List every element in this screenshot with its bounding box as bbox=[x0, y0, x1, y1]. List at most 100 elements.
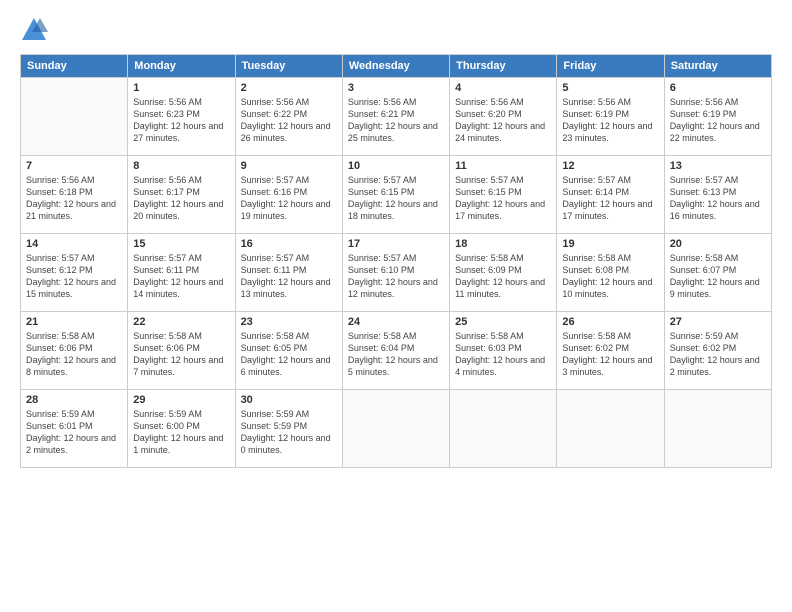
day-number: 14 bbox=[26, 238, 122, 250]
calendar-cell bbox=[450, 390, 557, 468]
calendar-cell: 12Sunrise: 5:57 AMSunset: 6:14 PMDayligh… bbox=[557, 156, 664, 234]
day-number: 16 bbox=[241, 238, 337, 250]
calendar-cell: 29Sunrise: 5:59 AMSunset: 6:00 PMDayligh… bbox=[128, 390, 235, 468]
day-info: Sunrise: 5:57 AMSunset: 6:15 PMDaylight:… bbox=[455, 174, 551, 223]
weekday-header-tuesday: Tuesday bbox=[235, 55, 342, 78]
calendar-cell: 24 Sunrise: 5:58 AMSunset: 6:04 PMDayligh… bbox=[342, 312, 449, 390]
calendar-cell: 23 Sunrise: 5:58 AMSunset: 6:05 PMDayligh… bbox=[235, 312, 342, 390]
calendar-cell bbox=[664, 390, 771, 468]
calendar-cell: 27Sunrise: 5:59 AMSunset: 6:02 PMDayligh… bbox=[664, 312, 771, 390]
calendar-cell: 13 Sunrise: 5:57 AMSunset: 6:13 PMDayligh… bbox=[664, 156, 771, 234]
calendar-cell: 7 Sunrise: 5:56 AMSunset: 6:18 PMDaylight… bbox=[21, 156, 128, 234]
calendar-cell: 30 Sunrise: 5:59 AMSunset: 5:59 PMDayligh… bbox=[235, 390, 342, 468]
calendar-cell: 18 Sunrise: 5:58 AMSunset: 6:09 PMDayligh… bbox=[450, 234, 557, 312]
day-info: Sunrise: 5:59 AMSunset: 6:01 PMDaylight:… bbox=[26, 408, 122, 457]
day-number: 4 bbox=[455, 82, 551, 94]
day-number: 22 bbox=[133, 316, 229, 328]
day-info: Sunrise: 5:57 AMSunset: 6:10 PMDaylight:… bbox=[348, 252, 444, 301]
day-number: 8 bbox=[133, 160, 229, 172]
header bbox=[20, 16, 772, 44]
calendar-cell: 26Sunrise: 5:58 AMSunset: 6:02 PMDayligh… bbox=[557, 312, 664, 390]
calendar-cell: 22 Sunrise: 5:58 AMSunset: 6:06 PMDayligh… bbox=[128, 312, 235, 390]
day-info: Sunrise: 5:59 AMSunset: 5:59 PMDaylight:… bbox=[241, 408, 337, 457]
day-info: Sunrise: 5:57 AMSunset: 6:11 PMDaylight:… bbox=[133, 252, 229, 301]
day-number: 9 bbox=[241, 160, 337, 172]
day-number: 26 bbox=[562, 316, 658, 328]
logo-icon bbox=[20, 16, 48, 44]
day-number: 11 bbox=[455, 160, 551, 172]
day-info: Sunrise: 5:56 AMSunset: 6:20 PMDaylight:… bbox=[455, 96, 551, 145]
day-number: 17 bbox=[348, 238, 444, 250]
day-number: 12 bbox=[562, 160, 658, 172]
day-info: Sunrise: 5:57 AMSunset: 6:15 PMDaylight:… bbox=[348, 174, 444, 223]
weekday-header-thursday: Thursday bbox=[450, 55, 557, 78]
calendar-week-4: 28Sunrise: 5:59 AMSunset: 6:01 PMDayligh… bbox=[21, 390, 772, 468]
calendar-cell: 25 Sunrise: 5:58 AMSunset: 6:03 PMDayligh… bbox=[450, 312, 557, 390]
calendar-cell: 8 Sunrise: 5:56 AMSunset: 6:17 PMDaylight… bbox=[128, 156, 235, 234]
day-number: 18 bbox=[455, 238, 551, 250]
day-number: 2 bbox=[241, 82, 337, 94]
day-info: Sunrise: 5:58 AMSunset: 6:08 PMDaylight:… bbox=[562, 252, 658, 301]
calendar-week-0: 1Sunrise: 5:56 AMSunset: 6:23 PMDaylight… bbox=[21, 78, 772, 156]
day-info: Sunrise: 5:57 AMSunset: 6:12 PMDaylight:… bbox=[26, 252, 122, 301]
calendar-cell: 17 Sunrise: 5:57 AMSunset: 6:10 PMDayligh… bbox=[342, 234, 449, 312]
day-info: Sunrise: 5:58 AMSunset: 6:03 PMDaylight:… bbox=[455, 330, 551, 379]
calendar-cell: 10 Sunrise: 5:57 AMSunset: 6:15 PMDayligh… bbox=[342, 156, 449, 234]
day-info: Sunrise: 5:58 AMSunset: 6:09 PMDaylight:… bbox=[455, 252, 551, 301]
day-number: 6 bbox=[670, 82, 766, 94]
calendar-cell: 9 Sunrise: 5:57 AMSunset: 6:16 PMDaylight… bbox=[235, 156, 342, 234]
weekday-header-saturday: Saturday bbox=[664, 55, 771, 78]
day-info: Sunrise: 5:59 AMSunset: 6:02 PMDaylight:… bbox=[670, 330, 766, 379]
day-info: Sunrise: 5:58 AMSunset: 6:06 PMDaylight:… bbox=[26, 330, 122, 379]
weekday-header-wednesday: Wednesday bbox=[342, 55, 449, 78]
day-number: 13 bbox=[670, 160, 766, 172]
calendar: SundayMondayTuesdayWednesdayThursdayFrid… bbox=[20, 54, 772, 468]
day-info: Sunrise: 5:56 AMSunset: 6:19 PMDaylight:… bbox=[670, 96, 766, 145]
day-info: Sunrise: 5:56 AMSunset: 6:22 PMDaylight:… bbox=[241, 96, 337, 145]
day-info: Sunrise: 5:57 AMSunset: 6:13 PMDaylight:… bbox=[670, 174, 766, 223]
day-info: Sunrise: 5:57 AMSunset: 6:16 PMDaylight:… bbox=[241, 174, 337, 223]
day-number: 25 bbox=[455, 316, 551, 328]
calendar-cell: 3Sunrise: 5:56 AMSunset: 6:21 PMDaylight… bbox=[342, 78, 449, 156]
day-number: 23 bbox=[241, 316, 337, 328]
calendar-cell: 14 Sunrise: 5:57 AMSunset: 6:12 PMDayligh… bbox=[21, 234, 128, 312]
weekday-header-monday: Monday bbox=[128, 55, 235, 78]
day-info: Sunrise: 5:58 AMSunset: 6:05 PMDaylight:… bbox=[241, 330, 337, 379]
day-number: 24 bbox=[348, 316, 444, 328]
day-number: 1 bbox=[133, 82, 229, 94]
day-number: 20 bbox=[670, 238, 766, 250]
day-info: Sunrise: 5:58 AMSunset: 6:07 PMDaylight:… bbox=[670, 252, 766, 301]
calendar-week-3: 21 Sunrise: 5:58 AMSunset: 6:06 PMDayligh… bbox=[21, 312, 772, 390]
day-number: 7 bbox=[26, 160, 122, 172]
calendar-cell: 6 Sunrise: 5:56 AMSunset: 6:19 PMDaylight… bbox=[664, 78, 771, 156]
calendar-cell: 21 Sunrise: 5:58 AMSunset: 6:06 PMDayligh… bbox=[21, 312, 128, 390]
day-number: 30 bbox=[241, 394, 337, 406]
page: SundayMondayTuesdayWednesdayThursdayFrid… bbox=[0, 0, 792, 612]
day-number: 21 bbox=[26, 316, 122, 328]
calendar-cell: 19 Sunrise: 5:58 AMSunset: 6:08 PMDayligh… bbox=[557, 234, 664, 312]
day-info: Sunrise: 5:59 AMSunset: 6:00 PMDaylight:… bbox=[133, 408, 229, 457]
day-number: 19 bbox=[562, 238, 658, 250]
calendar-cell bbox=[557, 390, 664, 468]
calendar-cell bbox=[21, 78, 128, 156]
calendar-cell: 1Sunrise: 5:56 AMSunset: 6:23 PMDaylight… bbox=[128, 78, 235, 156]
weekday-header-sunday: Sunday bbox=[21, 55, 128, 78]
day-number: 5 bbox=[562, 82, 658, 94]
calendar-cell: 15 Sunrise: 5:57 AMSunset: 6:11 PMDayligh… bbox=[128, 234, 235, 312]
calendar-cell: 20 Sunrise: 5:58 AMSunset: 6:07 PMDayligh… bbox=[664, 234, 771, 312]
calendar-cell: 11 Sunrise: 5:57 AMSunset: 6:15 PMDayligh… bbox=[450, 156, 557, 234]
calendar-cell: 4 Sunrise: 5:56 AMSunset: 6:20 PMDaylight… bbox=[450, 78, 557, 156]
day-info: Sunrise: 5:56 AMSunset: 6:17 PMDaylight:… bbox=[133, 174, 229, 223]
calendar-cell: 2 Sunrise: 5:56 AMSunset: 6:22 PMDaylight… bbox=[235, 78, 342, 156]
day-info: Sunrise: 5:56 AMSunset: 6:19 PMDaylight:… bbox=[562, 96, 658, 145]
calendar-cell: 16 Sunrise: 5:57 AMSunset: 6:11 PMDayligh… bbox=[235, 234, 342, 312]
day-info: Sunrise: 5:56 AMSunset: 6:18 PMDaylight:… bbox=[26, 174, 122, 223]
calendar-cell: 28Sunrise: 5:59 AMSunset: 6:01 PMDayligh… bbox=[21, 390, 128, 468]
day-number: 10 bbox=[348, 160, 444, 172]
weekday-header-friday: Friday bbox=[557, 55, 664, 78]
day-number: 15 bbox=[133, 238, 229, 250]
day-info: Sunrise: 5:56 AMSunset: 6:21 PMDaylight:… bbox=[348, 96, 444, 145]
day-info: Sunrise: 5:57 AMSunset: 6:11 PMDaylight:… bbox=[241, 252, 337, 301]
day-info: Sunrise: 5:58 AMSunset: 6:06 PMDaylight:… bbox=[133, 330, 229, 379]
day-info: Sunrise: 5:58 AMSunset: 6:04 PMDaylight:… bbox=[348, 330, 444, 379]
